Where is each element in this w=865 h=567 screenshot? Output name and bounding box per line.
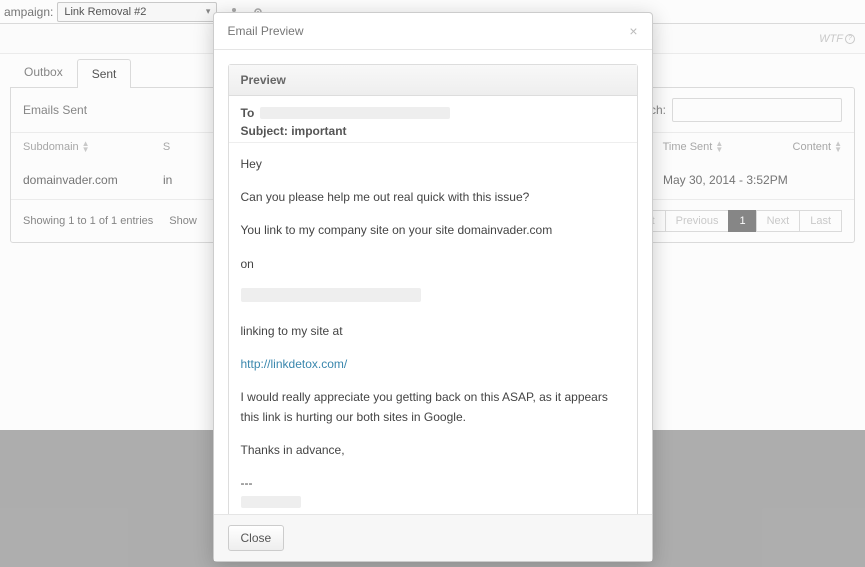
body-link[interactable]: http://linkdetox.com/ (241, 355, 625, 374)
redacted-url (241, 288, 625, 308)
modal-footer: Close (214, 514, 652, 561)
modal-body: Preview To Subject: important Hey Can yo… (214, 50, 652, 514)
body-line: Thanks in advance, (241, 441, 625, 460)
body-line: I would really appreciate you getting ba… (241, 388, 625, 426)
body-line: Hey (241, 155, 625, 174)
modal-title: Email Preview (228, 24, 304, 38)
modal-header: Email Preview × (214, 13, 652, 50)
preview-heading: Preview (229, 65, 637, 96)
body-line: linking to my site at (241, 322, 625, 341)
signature-dash: --- (241, 474, 625, 493)
close-button[interactable]: Close (228, 525, 285, 551)
body-line: You link to my company site on your site… (241, 221, 625, 240)
modal-overlay: Email Preview × Preview To Subject: impo… (0, 0, 865, 567)
body-line: on (241, 255, 625, 274)
preview-box: Preview To Subject: important Hey Can yo… (228, 64, 638, 514)
subject-value: important (291, 124, 346, 138)
close-icon[interactable]: × (629, 23, 637, 39)
redacted-recipient (260, 107, 450, 119)
email-preview-modal: Email Preview × Preview To Subject: impo… (213, 12, 653, 562)
body-line: Can you please help me out real quick wi… (241, 188, 625, 207)
subject-label: Subject: (241, 124, 288, 138)
to-label: To (241, 106, 255, 120)
redacted-signature (241, 495, 625, 514)
preview-body: Hey Can you please help me out real quic… (229, 143, 637, 514)
preview-meta: To Subject: important (229, 96, 637, 143)
